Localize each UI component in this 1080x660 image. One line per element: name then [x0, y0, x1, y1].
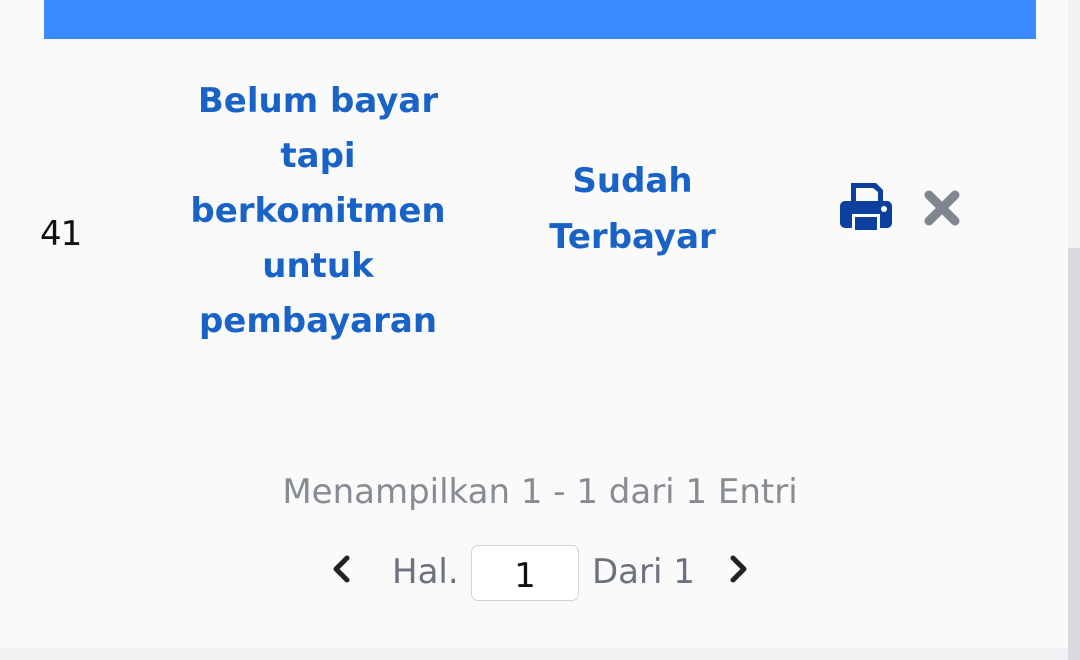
scrollbar[interactable] [1068, 248, 1080, 660]
pagination: Hal. Dari 1 [0, 540, 1080, 606]
pagination-summary: Menampilkan 1 - 1 dari 1 Entri [282, 472, 798, 512]
close-icon[interactable] [922, 188, 962, 228]
page-label: Hal. [392, 552, 459, 592]
payment-status-label: Sudah Terbayar [549, 161, 716, 257]
chevron-right-icon[interactable] [726, 554, 752, 584]
chevron-left-icon[interactable] [328, 554, 354, 584]
payment-status-description: Belum bayar tapi berkomitmen untuk pemba… [190, 81, 446, 341]
total-pages-label: Dari 1 [592, 552, 695, 592]
row-id-cell: 41 [40, 214, 82, 254]
table-header-bar [44, 0, 1036, 39]
page-number-input[interactable] [471, 545, 579, 601]
print-icon[interactable] [838, 180, 894, 236]
content-card: 41 Belum bayar tapi berkomitmen untuk pe… [0, 0, 1068, 648]
